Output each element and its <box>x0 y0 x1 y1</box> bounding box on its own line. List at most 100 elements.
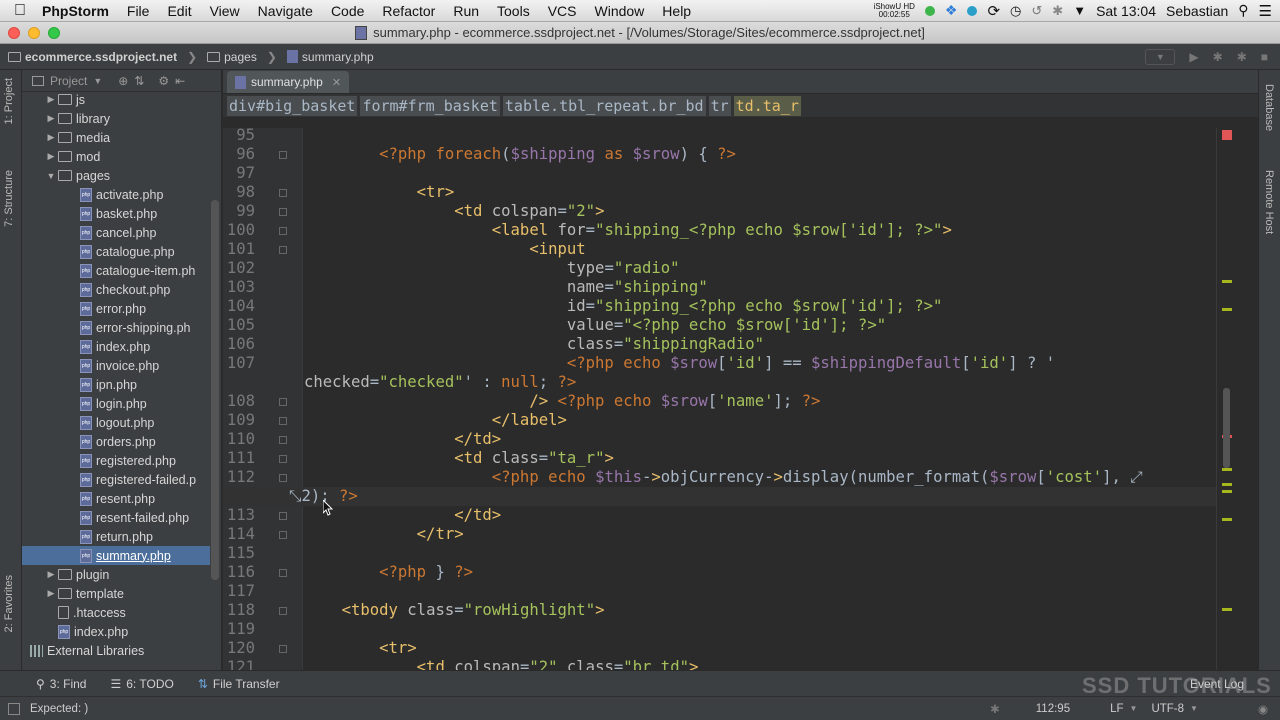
tree-item[interactable]: php error-shipping.ph <box>22 318 210 337</box>
code-line[interactable]: 103 name="shipping" <box>223 278 1236 297</box>
code-line[interactable]: 113 </td> <box>223 506 1236 525</box>
warning-marker[interactable] <box>1222 490 1232 493</box>
tree-item[interactable]: php login.php <box>22 394 210 413</box>
stop-icon[interactable]: ■ <box>1261 50 1268 64</box>
chevron-down-icon[interactable]: ▼ <box>93 76 102 86</box>
code-line[interactable]: ⤡2); ?> <box>223 487 1236 506</box>
menu-navigate[interactable]: Navigate <box>249 3 322 19</box>
spotlight-search-icon[interactable]: ⚲ <box>1238 2 1248 19</box>
tool-todo[interactable]: ☰ 6: TODO <box>110 677 173 691</box>
tree-item[interactable]: ▼ pages <box>22 166 210 185</box>
code-line[interactable]: 111 <td class="ta_r"> <box>223 449 1236 468</box>
html-breadcrumb-item[interactable]: form#frm_basket <box>360 95 500 116</box>
expand-arrow-icon[interactable]: ▼ <box>44 171 58 181</box>
wifi-icon[interactable]: ▼ <box>1073 3 1086 18</box>
tree-item[interactable]: php resent.php <box>22 489 210 508</box>
code-line[interactable]: 98 <tr> <box>223 183 1236 202</box>
tree-item[interactable]: php checkout.php <box>22 280 210 299</box>
tree-item[interactable]: php catalogue-item.ph <box>22 261 210 280</box>
tree-item[interactable]: php index.php <box>22 337 210 356</box>
collapse-arrow-icon[interactable]: ▶ <box>44 569 58 580</box>
status-dot-icon[interactable] <box>924 5 935 16</box>
collapse-arrow-icon[interactable]: ▶ <box>44 113 58 124</box>
html-breadcrumb-item[interactable]: tr <box>708 95 731 116</box>
target-icon[interactable]: ⊕ <box>118 74 128 88</box>
menu-help[interactable]: Help <box>653 3 700 19</box>
code-line[interactable]: 109 </label> <box>223 411 1236 430</box>
fold-marker-icon[interactable] <box>279 474 287 482</box>
tree-item[interactable]: php index.php <box>22 622 210 641</box>
tab-remote-host[interactable]: Remote Host <box>1263 170 1275 234</box>
code-line[interactable]: checked="checked"' : null; ?> <box>223 373 1236 392</box>
fold-marker-icon[interactable] <box>279 455 287 463</box>
code-line[interactable]: 118 <tbody class="rowHighlight"> <box>223 601 1236 620</box>
collapse-arrow-icon[interactable]: ▶ <box>44 94 58 105</box>
tree-item[interactable]: ▶ mod <box>22 147 210 166</box>
code-line[interactable]: 119 <box>223 620 1236 639</box>
warning-marker[interactable] <box>1222 608 1232 611</box>
lock-icon[interactable]: ◉ <box>1258 702 1268 716</box>
timemachine-icon[interactable]: ◷ <box>1010 3 1021 19</box>
menu-run[interactable]: Run <box>444 3 488 19</box>
fold-marker-icon[interactable] <box>279 531 287 539</box>
tree-item[interactable]: php catalogue.php <box>22 242 210 261</box>
run-icon[interactable]: ▶ <box>1189 50 1198 64</box>
fold-marker-icon[interactable] <box>279 246 287 254</box>
code-line[interactable]: 120 <tr> <box>223 639 1236 658</box>
tree-item[interactable]: php ipn.php <box>22 375 210 394</box>
cursor-position[interactable]: 112:95 <box>1036 703 1070 715</box>
fold-marker-icon[interactable] <box>279 512 287 520</box>
code-line[interactable]: 96 <?php foreach($shipping as $srow) { ?… <box>223 145 1236 164</box>
tree-item[interactable]: ▶ plugin <box>22 565 210 584</box>
tree-item[interactable]: .htaccess <box>22 603 210 622</box>
hide-icon[interactable]: ⇤ <box>175 74 185 88</box>
tab-favorites[interactable]: 2: Favorites <box>3 575 15 632</box>
tab-project[interactable]: 1: Project <box>3 78 15 124</box>
code-line[interactable]: 107 <?php echo $srow['id'] == $shippingD… <box>223 354 1236 373</box>
fold-marker-icon[interactable] <box>279 607 287 615</box>
network-icon[interactable] <box>967 5 978 16</box>
menu-refactor[interactable]: Refactor <box>373 3 444 19</box>
code-area[interactable]: 95 96 <?php foreach($shipping as $srow) {… <box>223 128 1236 670</box>
code-line[interactable]: 114 </tr> <box>223 525 1236 544</box>
menu-edit[interactable]: Edit <box>158 3 200 19</box>
nav-crumb-file[interactable]: summary.php <box>286 50 384 64</box>
tab-database[interactable]: Database <box>1263 84 1275 131</box>
scrollbar-thumb[interactable] <box>1223 388 1230 468</box>
tree-item[interactable]: php cancel.php <box>22 223 210 242</box>
tree-item[interactable]: php activate.php <box>22 185 210 204</box>
apple-icon[interactable]:  <box>0 2 40 20</box>
code-line[interactable]: 106 class="shippingRadio" <box>223 335 1236 354</box>
tree-item[interactable]: ▶ library <box>22 109 210 128</box>
tool-find[interactable]: ⚲ 3: Find <box>36 677 86 691</box>
nav-crumb-project[interactable]: ecommerce.ssdproject.net ❯ <box>8 50 207 64</box>
editor-scrollbar[interactable] <box>1216 128 1236 670</box>
tree-scrollbar[interactable] <box>211 200 219 580</box>
tree-item[interactable]: php resent-failed.php <box>22 508 210 527</box>
nav-crumb-pages[interactable]: pages ❯ <box>207 50 287 64</box>
tree-item[interactable]: php summary.php <box>22 546 210 565</box>
code-line[interactable]: 121 <td colspan="2" class="br_td"> <box>223 658 1236 670</box>
tab-structure[interactable]: 7: Structure <box>3 170 15 227</box>
fold-marker-icon[interactable] <box>279 417 287 425</box>
menubar-user[interactable]: Sebastian <box>1166 3 1228 19</box>
sync-icon[interactable]: ⟳ <box>987 2 1000 20</box>
coverage-icon[interactable]: ✱ <box>1237 50 1247 64</box>
line-separator[interactable]: LF <box>1110 703 1123 715</box>
debug-icon[interactable]: ✱ <box>1213 50 1223 64</box>
fold-marker-icon[interactable] <box>279 189 287 197</box>
fold-marker-icon[interactable] <box>279 398 287 406</box>
code-line[interactable]: 105 value="<?php echo $srow['id']; ?>" <box>223 316 1236 335</box>
file-encoding[interactable]: UTF-8 <box>1151 703 1184 715</box>
code-line[interactable]: 104 id="shipping_<?php echo $srow['id'];… <box>223 297 1236 316</box>
tree-item[interactable]: ▶ js <box>22 90 210 109</box>
tree-item[interactable]: php registered-failed.p <box>22 470 210 489</box>
html-breadcrumb-item[interactable]: table.tbl_repeat.br_bd <box>502 95 706 116</box>
menu-app-name[interactable]: PhpStorm <box>40 3 118 19</box>
bluetooth-icon[interactable]: ✱ <box>1052 3 1063 19</box>
tree-item[interactable]: php error.php <box>22 299 210 318</box>
warning-marker[interactable] <box>1222 280 1232 283</box>
gear-icon[interactable]: ⚙ <box>158 74 169 88</box>
menu-tools[interactable]: Tools <box>488 3 539 19</box>
menu-code[interactable]: Code <box>322 3 373 19</box>
